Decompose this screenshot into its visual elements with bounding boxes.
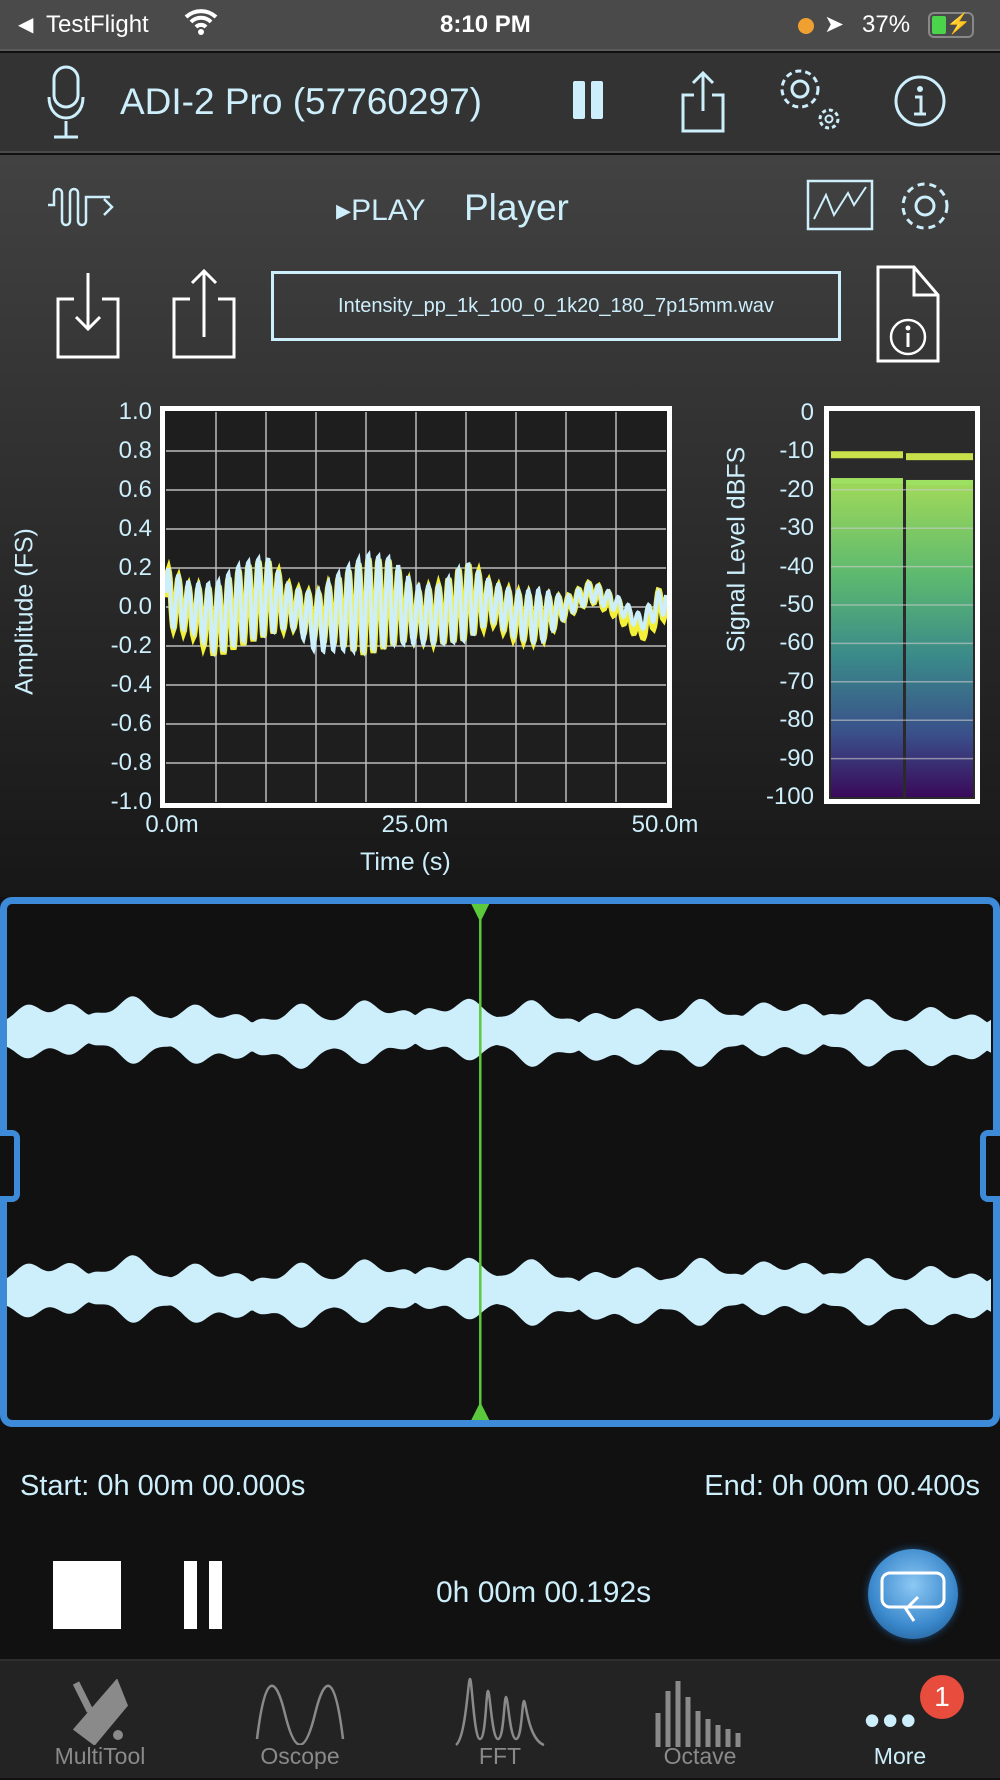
y-tick: 0.0: [118, 593, 152, 620]
tab-label: More: [873, 1743, 927, 1769]
amplitude-chart: [160, 406, 672, 808]
play-label: PLAY: [351, 194, 426, 227]
tab-oscope[interactable]: Oscope: [200, 1661, 400, 1780]
file-info-icon[interactable]: [876, 265, 940, 365]
share-icon[interactable]: [678, 69, 728, 135]
tab-label: MultiTool: [54, 1743, 146, 1769]
peak-hold-line: [831, 451, 903, 459]
meter-tick: -60: [779, 629, 814, 657]
microphone-icon[interactable]: [46, 63, 86, 143]
level-meter: [824, 406, 980, 804]
meter-tick: -10: [779, 437, 814, 465]
y-tick: -0.2: [110, 632, 152, 659]
settings-icon[interactable]: [898, 179, 952, 233]
app-header: ADI-2 Pro (57760297): [0, 53, 1000, 153]
meter-tick: 0: [800, 399, 814, 426]
playhead-top-marker: [471, 904, 490, 922]
meter-tick: -80: [779, 706, 814, 734]
channel-waveform: [7, 1255, 991, 1328]
loop-icon: [880, 1571, 946, 1622]
octave-bars-icon: [655, 1681, 741, 1747]
tab-bar: MultiTool Oscope FFT Octave ••• 1 More: [0, 1659, 1000, 1778]
location-icon: ➤: [824, 11, 845, 38]
tab-fft[interactable]: FFT: [400, 1661, 600, 1780]
y-tick: -0.8: [110, 749, 152, 776]
filename-field[interactable]: Intensity_pp_1k_100_0_1k20_180_7p15mm.wa…: [271, 271, 841, 341]
stop-button[interactable]: [53, 1561, 121, 1629]
meter-tick: -20: [779, 475, 814, 503]
y-tick: 0.4: [118, 515, 152, 542]
waveform-overview[interactable]: [0, 897, 1000, 1427]
battery-icon: ⚡: [928, 12, 974, 38]
back-arrow-icon[interactable]: ◀: [18, 12, 33, 37]
meter-tick: -30: [779, 514, 814, 542]
peak-hold-line: [906, 453, 973, 461]
tab-multitool[interactable]: MultiTool: [0, 1661, 200, 1780]
tab-octave[interactable]: Octave: [600, 1661, 800, 1780]
meter-tick: -50: [779, 591, 814, 618]
x-tick: 25.0m: [381, 811, 449, 838]
meter-tick: -70: [779, 667, 814, 695]
level-top: [906, 479, 973, 486]
end-time: End: 0h 00m 00.400s: [704, 1470, 980, 1502]
meter-tick: -90: [779, 744, 814, 772]
sine-wave-icon: [255, 1684, 345, 1745]
level-bar: [906, 485, 973, 797]
mic-in-use-dot: [798, 18, 814, 34]
device-title[interactable]: ADI-2 Pro (57760297): [120, 81, 482, 123]
waveform-channels[interactable]: [7, 904, 993, 1420]
x-axis-label: Time (s): [360, 848, 451, 876]
play-mode-label[interactable]: ▸PLAY: [336, 193, 426, 228]
tab-label: Octave: [663, 1743, 737, 1769]
y-tick: -0.6: [110, 710, 152, 737]
export-icon[interactable]: [170, 267, 240, 361]
level-top: [831, 478, 903, 485]
y-tick: 1.0: [118, 398, 152, 425]
pause-icon-bar[interactable]: [591, 81, 603, 119]
y-axis-label: Amplitude (FS): [10, 528, 39, 695]
playback-position: 0h 00m 00.192s: [436, 1576, 652, 1609]
start-time: Start: 0h 00m 00.000s: [20, 1470, 306, 1502]
player-panel: ▸PLAY Player Intensity_pp_1k_100_0_1k20_…: [0, 155, 1000, 897]
meter-axis-label: Signal Level dBFS: [722, 446, 751, 653]
import-icon[interactable]: [54, 273, 124, 361]
clock: 8:10 PM: [440, 11, 531, 38]
channel-waveform: [7, 996, 991, 1069]
y-tick: -0.4: [110, 671, 152, 698]
loop-button[interactable]: [868, 1549, 958, 1639]
tab-more[interactable]: ••• 1 More: [800, 1661, 1000, 1780]
notification-badge: 1: [920, 1675, 964, 1719]
status-bar: ◀ TestFlight 8:10 PM ➤ 37% ⚡: [0, 0, 1000, 51]
battery-percent: 37%: [862, 11, 911, 38]
end-handle[interactable]: [980, 1130, 1000, 1202]
pause-button[interactable]: [184, 1561, 222, 1629]
y-axis-label-wrap: Amplitude (FS): [10, 467, 40, 767]
page-title: Player: [464, 187, 569, 228]
y-tick: 0.2: [118, 554, 152, 581]
playhead-bottom-marker: [471, 1402, 490, 1420]
more-dots-icon: •••: [864, 1694, 919, 1746]
meter-tick: -40: [779, 552, 814, 580]
start-handle[interactable]: [0, 1130, 20, 1202]
pause-icon[interactable]: [573, 81, 585, 119]
chart-view-icon[interactable]: [806, 179, 874, 231]
fft-spectrum-icon: [455, 1677, 545, 1747]
tab-label: FFT: [478, 1743, 522, 1769]
waveform-generator-icon[interactable]: [46, 187, 118, 227]
info-icon[interactable]: [894, 75, 946, 127]
tab-label: Oscope: [260, 1743, 340, 1769]
x-tick: 50.0m: [631, 811, 699, 838]
x-tick: 0.0m: [145, 811, 199, 838]
multitool-icon: [72, 1679, 129, 1745]
y-tick: 0.6: [118, 476, 152, 503]
level-bar: [831, 484, 903, 797]
wifi-icon: [184, 6, 218, 43]
back-app-link[interactable]: TestFlight: [46, 11, 149, 39]
meter-tick: -100: [765, 783, 814, 810]
y-tick: 0.8: [118, 437, 152, 464]
settings-gears-icon[interactable]: [774, 63, 848, 137]
